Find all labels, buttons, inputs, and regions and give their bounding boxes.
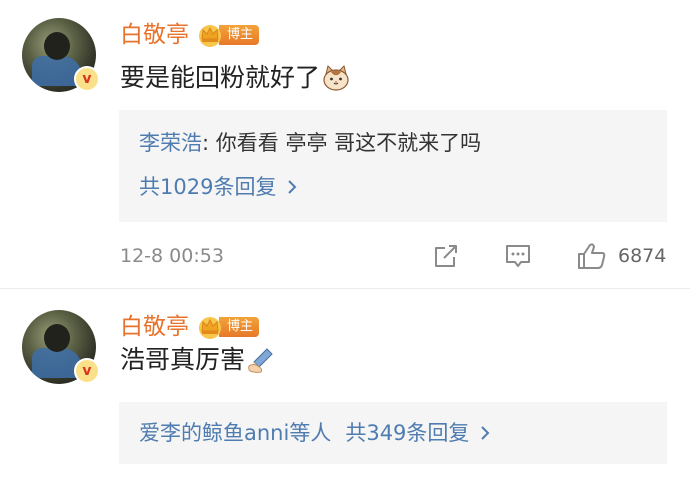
- writing-hand-emoji: [247, 346, 275, 374]
- reply-line: 李荣浩: 你看看 亭亭 哥这不就来了吗: [139, 128, 481, 158]
- like-button[interactable]: 6874: [576, 240, 666, 272]
- verified-v-icon: v: [74, 358, 100, 384]
- verified-v-icon: v: [74, 66, 100, 92]
- reply-users[interactable]: 爱李的鲸鱼anni等人: [139, 421, 331, 445]
- reply-separator: :: [202, 131, 216, 155]
- view-more-replies-link[interactable]: 共349条回复: [345, 418, 491, 448]
- timestamp: 12-8 00:53: [120, 245, 224, 267]
- share-button[interactable]: [432, 240, 460, 272]
- blogger-badge: 博主: [197, 23, 260, 47]
- more-replies-label: 共349条回复: [345, 421, 470, 445]
- username[interactable]: 白敬亭: [120, 310, 189, 344]
- blogger-tag: 博主: [219, 317, 260, 337]
- comment-text: 浩哥真厉害: [120, 342, 275, 378]
- cat-face-emoji: [322, 64, 350, 92]
- more-replies-label: 共1029条回复: [139, 175, 277, 199]
- divider: [0, 288, 690, 289]
- view-more-replies-link[interactable]: 共1029条回复: [139, 172, 298, 202]
- comment-text: 要是能回粉就好了: [120, 60, 350, 96]
- reply-summary: 爱李的鲸鱼anni等人 共349条回复: [139, 418, 491, 448]
- crown-icon: [197, 315, 223, 339]
- blogger-badge: 博主: [197, 315, 260, 339]
- chevron-right-icon: [286, 179, 298, 195]
- comment-text-content: 浩哥真厉害: [120, 345, 246, 374]
- share-icon: [435, 245, 457, 267]
- blogger-tag: 博主: [219, 25, 260, 45]
- chevron-right-icon: [479, 425, 491, 441]
- reply-username[interactable]: 李荣浩: [139, 131, 202, 155]
- comment-header: 白敬亭 博主: [120, 18, 260, 52]
- reply-preview[interactable]: 爱李的鲸鱼anni等人 共349条回复: [119, 402, 667, 464]
- comment-item: v 白敬亭 博主 浩哥真厉害 爱李的鲸鱼anni等人 共349条回复: [0, 290, 690, 479]
- comment-button[interactable]: [504, 240, 532, 272]
- thumbs-up-icon: [578, 243, 606, 269]
- reply-text: 你看看 亭亭 哥这不就来了吗: [215, 131, 482, 155]
- comment-meta: 12-8 00:53 6874: [120, 240, 668, 272]
- comment-icon: [506, 245, 530, 267]
- comment-text-content: 要是能回粉就好了: [120, 63, 321, 92]
- crown-icon: [197, 23, 223, 47]
- comment-header: 白敬亭 博主: [120, 310, 260, 344]
- like-count: 6874: [618, 245, 667, 267]
- comment-item: v 白敬亭 博主 要是能回粉就好了 李荣浩: 你看看 亭亭 哥这不就来了吗 共1…: [0, 0, 690, 290]
- reply-preview[interactable]: 李荣浩: 你看看 亭亭 哥这不就来了吗 共1029条回复: [119, 110, 667, 222]
- username[interactable]: 白敬亭: [120, 18, 189, 52]
